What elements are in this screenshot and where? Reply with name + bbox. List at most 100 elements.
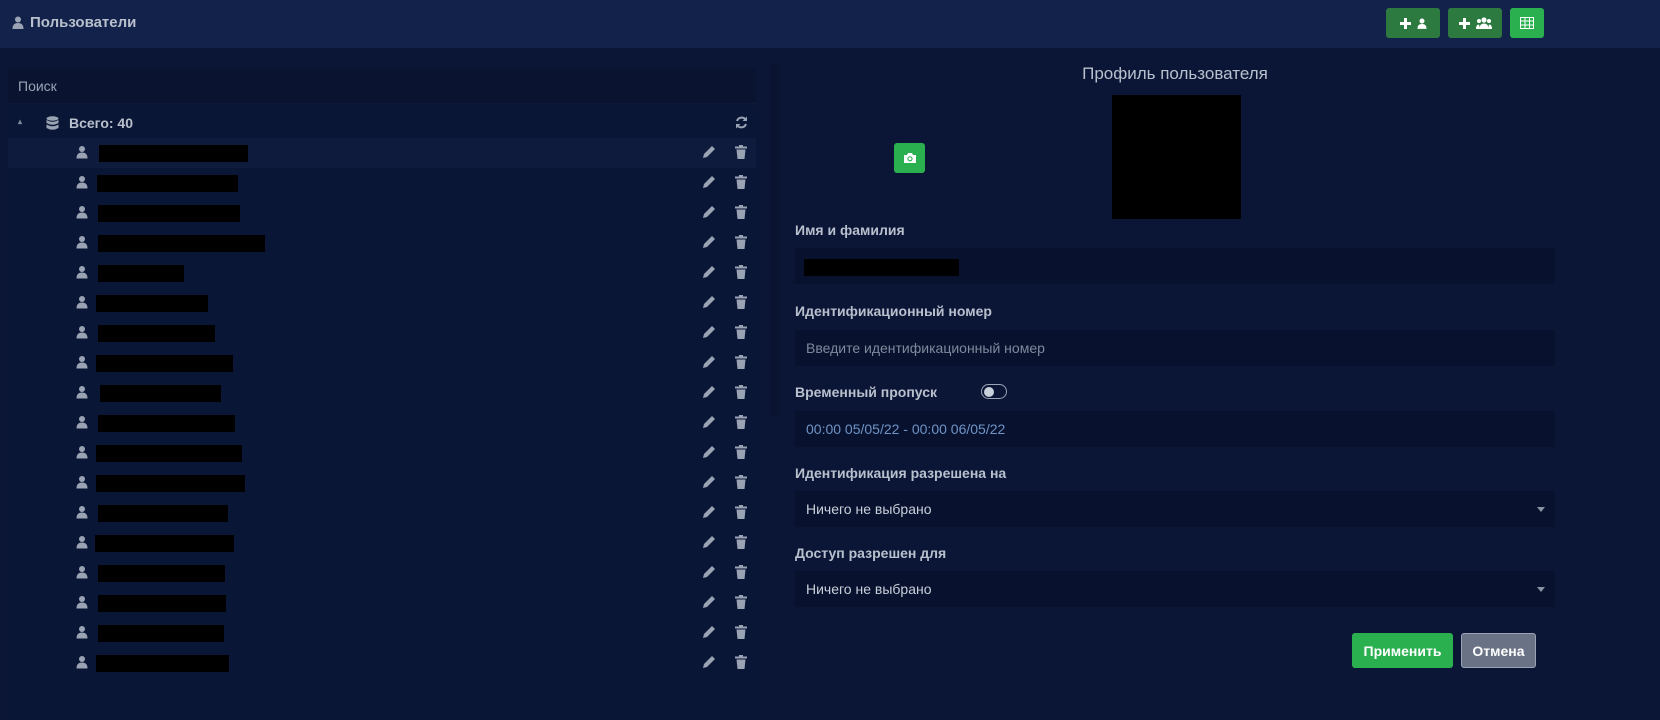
user-row[interactable] [8, 498, 756, 528]
pencil-icon[interactable] [702, 535, 716, 549]
trash-icon[interactable] [735, 145, 747, 159]
date-range-field[interactable]: 00:00 05/05/22 - 00:00 06/05/22 [795, 411, 1555, 447]
trash-icon[interactable] [735, 355, 747, 369]
trash-icon[interactable] [735, 625, 747, 639]
trash-icon[interactable] [735, 175, 747, 189]
table-view-button[interactable] [1510, 8, 1544, 38]
list-scrollbar[interactable] [770, 64, 780, 416]
database-icon [46, 116, 59, 130]
plus-icon [1458, 17, 1470, 29]
user-row[interactable] [8, 378, 756, 408]
pencil-icon[interactable] [702, 505, 716, 519]
pencil-icon[interactable] [702, 445, 716, 459]
search-input[interactable]: Поиск [8, 68, 756, 104]
user-icon [76, 566, 88, 579]
user-name-redacted [95, 535, 234, 552]
pencil-icon[interactable] [702, 625, 716, 639]
pencil-icon[interactable] [702, 565, 716, 579]
user-row[interactable] [8, 648, 756, 678]
total-count: Всего: 40 [69, 115, 134, 131]
name-field[interactable] [795, 248, 1555, 284]
trash-icon[interactable] [735, 535, 747, 549]
trash-icon[interactable] [735, 595, 747, 609]
trash-icon[interactable] [735, 565, 747, 579]
user-icon [76, 506, 88, 519]
user-row[interactable] [8, 588, 756, 618]
user-row[interactable] [8, 228, 756, 258]
add-user-button[interactable] [1386, 8, 1440, 38]
user-row[interactable] [8, 288, 756, 318]
trash-icon[interactable] [735, 475, 747, 489]
trash-icon[interactable] [735, 235, 747, 249]
pencil-icon[interactable] [702, 325, 716, 339]
add-group-button[interactable] [1448, 8, 1502, 38]
upload-photo-button[interactable] [894, 143, 925, 173]
id-number-placeholder: Введите идентификационный номер [806, 340, 1045, 356]
tree-toggle-icon[interactable]: ▴ [18, 117, 22, 126]
chevron-down-icon [1537, 587, 1545, 592]
trash-icon[interactable] [735, 295, 747, 309]
trash-icon[interactable] [735, 205, 747, 219]
user-row[interactable] [8, 438, 756, 468]
user-row[interactable] [8, 408, 756, 438]
id-number-field[interactable]: Введите идентификационный номер [795, 330, 1555, 366]
pencil-icon[interactable] [702, 145, 716, 159]
trash-icon[interactable] [735, 445, 747, 459]
user-icon [76, 626, 88, 639]
cancel-button[interactable]: Отмена [1461, 633, 1536, 668]
pencil-icon[interactable] [702, 355, 716, 369]
access-select[interactable]: Ничего не выбрано [795, 571, 1555, 607]
user-name-redacted [100, 385, 221, 402]
ident-select[interactable]: Ничего не выбрано [795, 491, 1555, 527]
group-icon [1475, 17, 1492, 29]
user-photo [1112, 95, 1241, 219]
user-name-redacted [96, 445, 242, 462]
user-row[interactable] [8, 138, 756, 168]
user-icon [76, 416, 88, 429]
pencil-icon[interactable] [702, 295, 716, 309]
pencil-icon[interactable] [702, 415, 716, 429]
trash-icon[interactable] [735, 325, 747, 339]
chevron-down-icon [1537, 507, 1545, 512]
access-label: Доступ разрешен для [795, 545, 947, 561]
pencil-icon[interactable] [702, 385, 716, 399]
refresh-icon[interactable] [735, 116, 748, 129]
user-icon [12, 16, 24, 29]
user-name-redacted [98, 565, 225, 582]
user-row[interactable] [8, 258, 756, 288]
page-title: Пользователи [12, 14, 136, 31]
user-row[interactable] [8, 198, 756, 228]
user-row[interactable] [8, 468, 756, 498]
user-row[interactable] [8, 618, 756, 648]
apply-button[interactable]: Применить [1352, 633, 1453, 668]
user-icon [76, 296, 88, 309]
pencil-icon[interactable] [702, 475, 716, 489]
user-row[interactable] [8, 168, 756, 198]
user-name-redacted [98, 265, 184, 282]
pencil-icon[interactable] [702, 175, 716, 189]
trash-icon[interactable] [735, 505, 747, 519]
tree-root[interactable]: ▴ Всего: 40 [8, 108, 756, 138]
user-icon [76, 236, 88, 249]
search-placeholder: Поиск [18, 78, 57, 94]
trash-icon[interactable] [735, 415, 747, 429]
pencil-icon[interactable] [702, 595, 716, 609]
pencil-icon[interactable] [702, 205, 716, 219]
trash-icon[interactable] [735, 655, 747, 669]
temp-pass-toggle[interactable] [981, 384, 1007, 399]
profile-title: Профиль пользователя [1082, 64, 1268, 83]
user-rows [8, 138, 756, 678]
trash-icon[interactable] [735, 265, 747, 279]
pencil-icon[interactable] [702, 655, 716, 669]
user-icon [76, 386, 88, 399]
user-row[interactable] [8, 318, 756, 348]
user-row[interactable] [8, 348, 756, 378]
trash-icon[interactable] [735, 385, 747, 399]
date-range-value: 00:00 05/05/22 - 00:00 06/05/22 [806, 421, 1006, 437]
user-row[interactable] [8, 528, 756, 558]
pencil-icon[interactable] [702, 265, 716, 279]
pencil-icon[interactable] [702, 235, 716, 249]
user-name-redacted [96, 355, 233, 372]
user-row[interactable] [8, 558, 756, 588]
user-name-redacted [98, 505, 228, 522]
